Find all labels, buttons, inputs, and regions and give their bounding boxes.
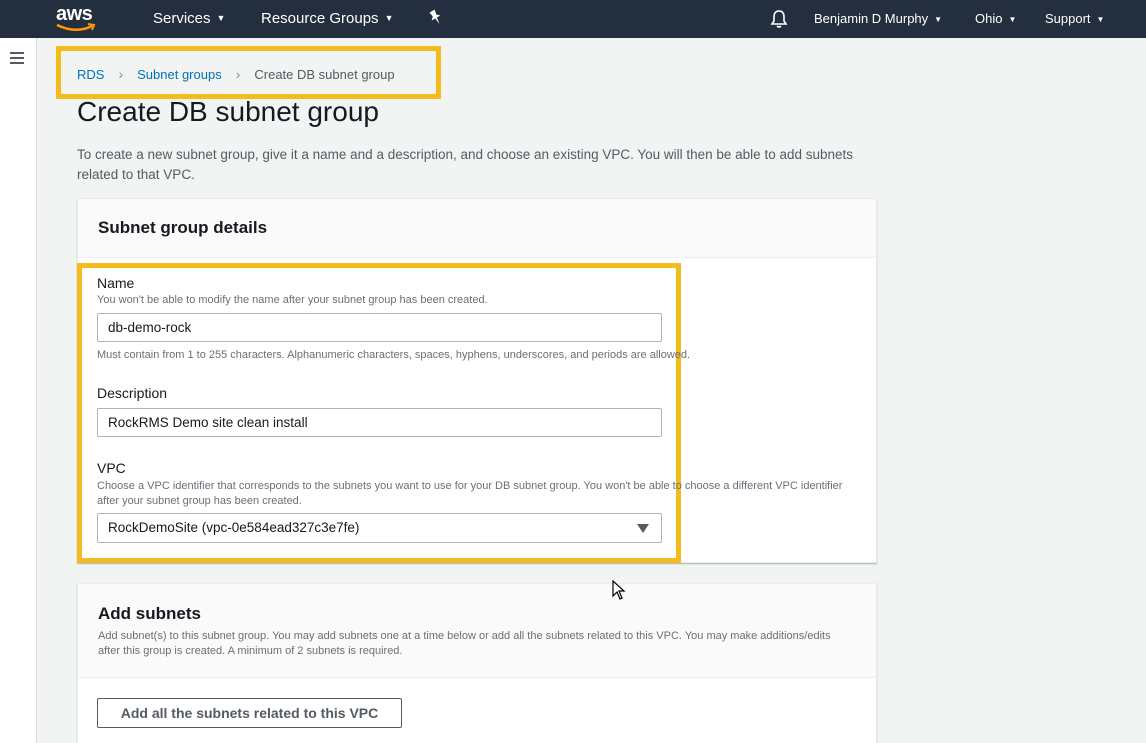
description-input[interactable]: [97, 408, 662, 437]
services-menu-label: Services: [153, 10, 211, 27]
panel-title: Subnet group details: [98, 218, 268, 237]
vpc-select-value: RockDemoSite (vpc-0e584ead327c3e7fe): [108, 520, 360, 535]
vpc-field-label: VPC: [97, 460, 126, 476]
breadcrumb-current: Create DB subnet group: [254, 67, 395, 82]
name-input[interactable]: [97, 313, 662, 342]
chevron-down-icon: ▼: [1008, 15, 1017, 24]
aws-logo[interactable]: aws: [56, 3, 102, 35]
services-menu[interactable]: Services ▼: [153, 10, 225, 27]
panel-header: Add subnets Add subnet(s) to this subnet…: [78, 584, 876, 678]
chevron-down-icon: ▼: [1096, 15, 1105, 24]
support-menu[interactable]: Support ▼: [1045, 11, 1104, 26]
add-all-subnets-button[interactable]: Add all the subnets related to this VPC: [97, 698, 402, 728]
sidebar-collapsed: [0, 38, 37, 743]
region-menu-label: Ohio: [975, 11, 1003, 26]
user-menu-label: Benjamin D Murphy: [814, 11, 929, 26]
panel-title: Add subnets: [98, 604, 201, 623]
support-menu-label: Support: [1045, 11, 1091, 26]
region-menu[interactable]: Ohio ▼: [975, 11, 1016, 26]
add-subnets-description: Add subnet(s) to this subnet group. You …: [98, 630, 831, 657]
dropdown-arrow-icon: [637, 524, 649, 533]
aws-smile-icon: [56, 23, 96, 31]
page-description: To create a new subnet group, give it a …: [77, 147, 854, 182]
chevron-down-icon: ▼: [934, 15, 943, 24]
description-field-label: Description: [97, 385, 168, 401]
name-field-label: Name: [97, 275, 135, 291]
chevron-right-icon: ›: [235, 66, 241, 82]
vpc-select[interactable]: RockDemoSite (vpc-0e584ead327c3e7fe): [97, 513, 662, 543]
page-title: Create DB subnet group: [77, 96, 379, 127]
breadcrumb-rds-link[interactable]: RDS: [77, 67, 104, 82]
breadcrumb: RDS › Subnet groups › Create DB subnet group: [77, 66, 395, 82]
mouse-cursor-icon: [612, 580, 626, 600]
panel-header: Subnet group details: [78, 199, 876, 258]
name-field-hint: You won't be able to modify the name aft…: [97, 294, 488, 306]
top-navigation-bar: aws Services ▼ Resource Groups ▼ Benjamin …: [0, 0, 1146, 38]
notifications-bell-icon[interactable]: [770, 9, 788, 29]
user-menu[interactable]: Benjamin D Murphy ▼: [814, 11, 942, 26]
chevron-down-icon: ▼: [384, 13, 394, 23]
name-constraint-text: Must contain from 1 to 255 characters. A…: [97, 349, 691, 361]
pin-icon[interactable]: [428, 9, 444, 27]
hamburger-menu-icon[interactable]: [10, 52, 24, 64]
chevron-right-icon: ›: [118, 66, 124, 82]
resource-groups-menu-label: Resource Groups: [261, 10, 379, 27]
vpc-field-hint: Choose a VPC identifier that corresponds…: [97, 480, 843, 507]
chevron-down-icon: ▼: [216, 13, 226, 23]
resource-groups-menu[interactable]: Resource Groups ▼: [261, 10, 393, 27]
breadcrumb-subnet-groups-link[interactable]: Subnet groups: [137, 67, 222, 82]
